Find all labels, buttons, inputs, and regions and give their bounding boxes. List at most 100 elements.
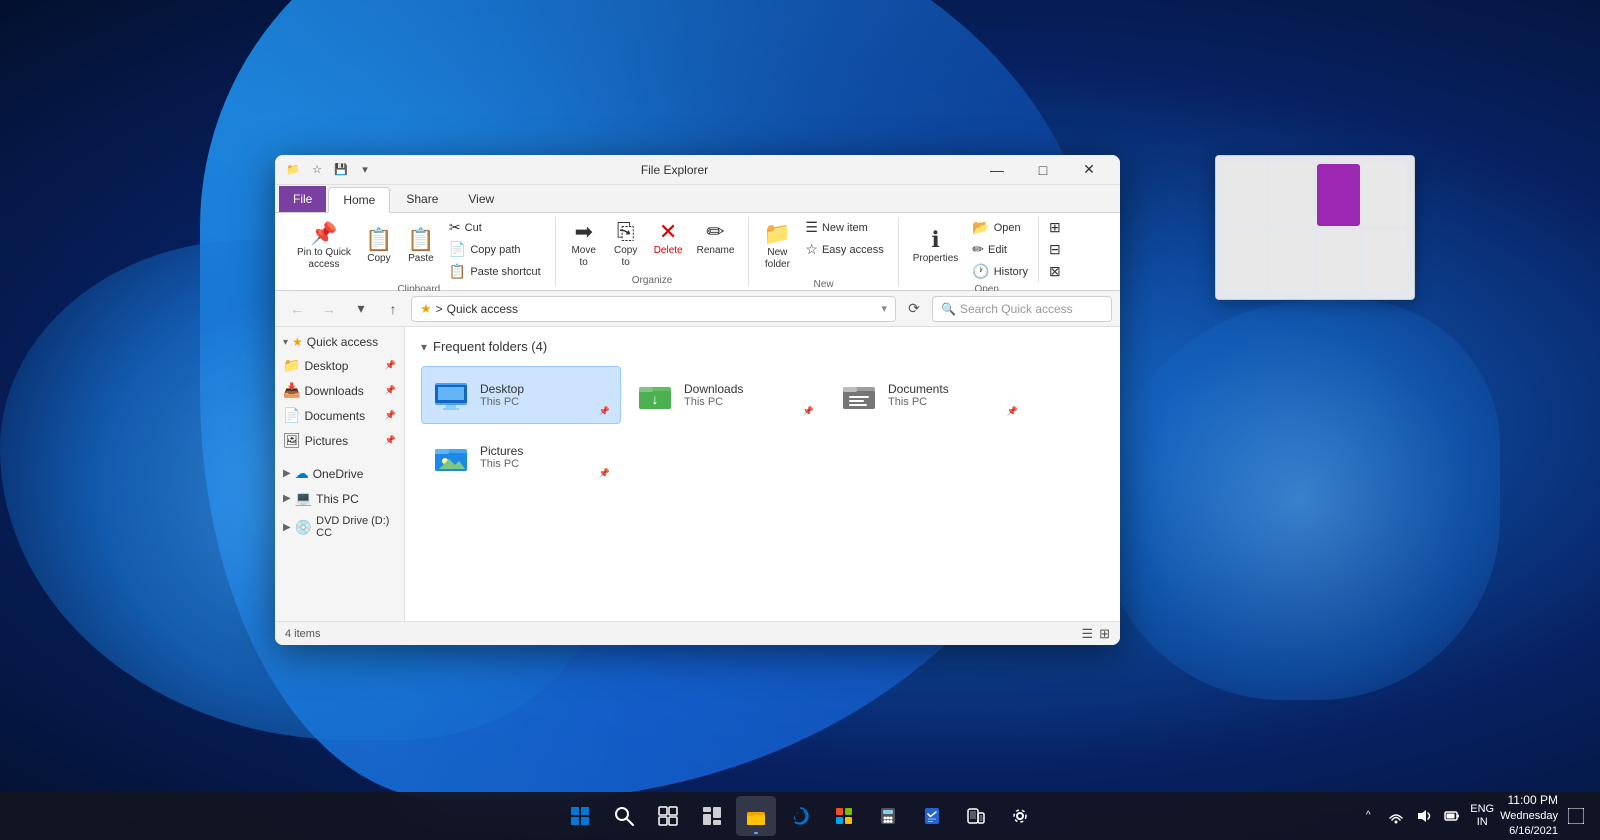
folder-item-pictures[interactable]: Pictures This PC 📌 — [421, 428, 621, 486]
paste-shortcut-label: Paste shortcut — [470, 266, 540, 278]
phone-link-button[interactable] — [956, 796, 996, 836]
calculator-button[interactable] — [868, 796, 908, 836]
sidebar-item-desktop[interactable]: 📁 Desktop 📌 — [275, 353, 404, 378]
thumb-cell-2[interactable] — [1270, 164, 1313, 226]
thumb-cell-7[interactable] — [1317, 229, 1360, 291]
folder-item-downloads[interactable]: ↓ Downloads This PC 📌 — [625, 366, 825, 424]
address-bar: ← → ▾ ↑ ★ > Quick access ▾ ⟳ 🔍 Search Qu… — [275, 291, 1120, 327]
search-button[interactable] — [604, 796, 644, 836]
list-view-button[interactable]: ☰ — [1081, 626, 1093, 642]
todo-button[interactable] — [912, 796, 952, 836]
maximize-button[interactable]: □ — [1020, 155, 1066, 185]
bg-swirl-3 — [1100, 300, 1500, 700]
section-expand-icon[interactable]: ▾ — [421, 340, 427, 354]
extra-btn-3[interactable]: ⊠ — [1043, 261, 1067, 282]
minimize-button[interactable]: — — [974, 155, 1020, 185]
language-indicator[interactable]: ENG IN — [1470, 803, 1494, 829]
thumb-cell-6[interactable] — [1270, 229, 1313, 291]
this-pc-section[interactable]: ▶ 💻 This PC — [275, 486, 404, 511]
extra-btn-2[interactable]: ⊟ — [1043, 239, 1067, 260]
copy-button[interactable]: 📋 Copy — [359, 217, 399, 277]
new-folder-label: Newfolder — [765, 247, 790, 271]
clipboard-small-buttons: ✂ Cut 📄 Copy path 📋 Paste shortcut — [443, 217, 547, 282]
settings-button[interactable] — [1000, 796, 1040, 836]
folder-item-desktop[interactable]: Desktop This PC 📌 — [421, 366, 621, 424]
thumb-cell-5[interactable] — [1224, 229, 1267, 291]
organize-label: Organize — [564, 275, 741, 286]
task-view-button[interactable] — [648, 796, 688, 836]
sidebar-item-downloads[interactable]: 📥 Downloads 📌 — [275, 378, 404, 403]
sidebar-item-documents[interactable]: 📄 Documents 📌 — [275, 403, 404, 428]
sidebar-item-pictures[interactable]: 🖼 Pictures 📌 — [275, 428, 404, 453]
thumb-cell-1[interactable] — [1224, 164, 1267, 226]
tray-network[interactable] — [1384, 804, 1408, 828]
search-icon: 🔍 — [941, 302, 956, 316]
edge-button[interactable] — [780, 796, 820, 836]
title-bar-save-icon[interactable]: 💾 — [331, 160, 351, 180]
this-pc-icon: 💻 — [295, 490, 312, 507]
lang-code: ENG — [1470, 803, 1494, 816]
copy-path-button[interactable]: 📄 Copy path — [443, 239, 547, 260]
title-bar-pin-icon[interactable]: ☆ — [307, 160, 327, 180]
address-path[interactable]: ★ > Quick access ▾ — [411, 296, 896, 322]
clock-date: Wednesday6/16/2021 — [1500, 809, 1558, 840]
grid-view-button[interactable]: ⊞ — [1099, 626, 1110, 642]
history-button[interactable]: 🕐 History — [966, 261, 1034, 282]
title-bar-dropdown-icon[interactable]: ▾ — [355, 160, 375, 180]
documents-label: Documents — [304, 409, 365, 423]
delete-button[interactable]: ✕ Delete — [648, 217, 689, 261]
store-button[interactable] — [824, 796, 864, 836]
rename-label: Rename — [697, 245, 735, 257]
rename-icon: ✏ — [706, 221, 724, 243]
thumb-cell-3[interactable] — [1317, 164, 1360, 226]
properties-button[interactable]: ℹ Properties — [907, 217, 965, 277]
dvd-section[interactable]: ▶ 💿 DVD Drive (D:) CC — [275, 511, 404, 543]
path-dropdown-icon[interactable]: ▾ — [881, 302, 887, 315]
rename-button[interactable]: ✏ Rename — [691, 217, 741, 261]
pin-to-quick-access-button[interactable]: 📌 Pin to Quickaccess — [291, 217, 357, 277]
close-button[interactable]: ✕ — [1066, 155, 1112, 185]
new-item-button[interactable]: ☰ New item — [799, 217, 889, 238]
search-box[interactable]: 🔍 Search Quick access — [932, 296, 1112, 322]
copy-path-icon: 📄 — [449, 241, 466, 258]
paste-shortcut-button[interactable]: 📋 Paste shortcut — [443, 261, 547, 282]
copy-to-button[interactable]: ⎘ Copyto — [606, 217, 646, 273]
start-button[interactable] — [560, 796, 600, 836]
widgets-button[interactable] — [692, 796, 732, 836]
thumb-cell-8[interactable] — [1363, 229, 1406, 291]
tab-home[interactable]: Home — [328, 187, 390, 213]
thumb-cell-4[interactable] — [1363, 164, 1406, 226]
recent-locations-button[interactable]: ▾ — [347, 295, 375, 323]
file-explorer-button[interactable] — [736, 796, 776, 836]
tab-view[interactable]: View — [454, 186, 508, 212]
title-bar: 📁 ☆ 💾 ▾ File Explorer — □ ✕ — [275, 155, 1120, 185]
quick-access-section[interactable]: ▾ ★ Quick access — [275, 331, 404, 353]
copy-label: Copy — [367, 253, 390, 265]
up-button[interactable]: ↑ — [379, 295, 407, 323]
back-button[interactable]: ← — [283, 295, 311, 323]
tab-share[interactable]: Share — [392, 186, 452, 212]
move-to-button[interactable]: ➡ Moveto — [564, 217, 604, 273]
organize-content: ➡ Moveto ⎘ Copyto ✕ Delete ✏ Rename — [564, 217, 741, 273]
taskbar-right: ^ — [1356, 792, 1588, 840]
cut-button[interactable]: ✂ Cut — [443, 217, 547, 238]
extra-btn-1[interactable]: ⊞ — [1043, 217, 1067, 238]
tray-chevron[interactable]: ^ — [1356, 804, 1380, 828]
open-button[interactable]: 📂 Open — [966, 217, 1034, 238]
edit-button[interactable]: ✏ Edit — [966, 239, 1034, 260]
clipboard-group: 📌 Pin to Quickaccess 📋 Copy 📋 Paste ✂ Cu… — [283, 217, 556, 286]
tab-file[interactable]: File — [279, 186, 326, 212]
paste-button[interactable]: 📋 Paste — [401, 217, 441, 277]
new-folder-button[interactable]: 📁 Newfolder — [757, 217, 797, 277]
downloads-folder-icon: 📥 — [283, 382, 300, 399]
folder-item-documents[interactable]: Documents This PC 📌 — [829, 366, 1029, 424]
easy-access-button[interactable]: ☆ Easy access — [799, 239, 889, 260]
onedrive-section[interactable]: ▶ ☁ OneDrive — [275, 461, 404, 486]
pictures-label: Pictures — [305, 434, 348, 448]
forward-button[interactable]: → — [315, 295, 343, 323]
tray-battery[interactable] — [1440, 804, 1464, 828]
tray-volume[interactable] — [1412, 804, 1436, 828]
notification-button[interactable] — [1564, 804, 1588, 828]
taskbar-clock[interactable]: 11:00 PM Wednesday6/16/2021 — [1500, 792, 1558, 840]
refresh-button[interactable]: ⟳ — [900, 295, 928, 323]
